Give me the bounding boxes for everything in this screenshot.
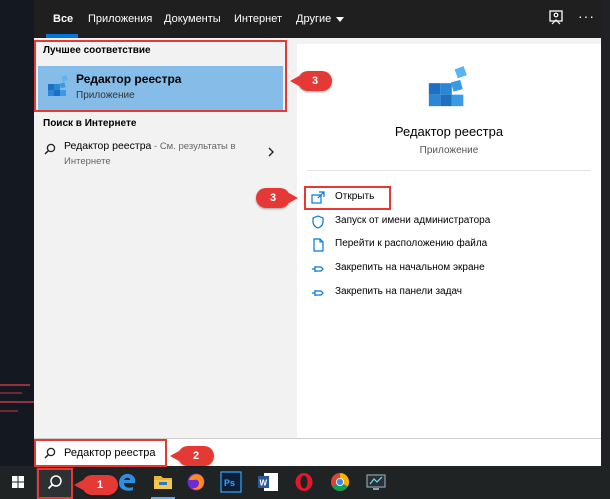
start-button[interactable] (0, 466, 36, 499)
highlight-search-box (34, 439, 167, 467)
file-location-icon (313, 238, 324, 252)
opera-icon[interactable] (293, 471, 315, 493)
tab-label: Все (53, 13, 74, 25)
action-label: Перейти к расположению файла (335, 238, 488, 249)
step-number: 3 (269, 192, 277, 204)
step-number: 3 (311, 75, 319, 87)
web-search-header: Поиск в Интернете (43, 118, 137, 129)
action-pin-to-taskbar[interactable]: Закрепить на панели задач (311, 283, 581, 303)
svg-text:Ps: Ps (224, 478, 235, 488)
step-badge: 2 (170, 446, 214, 466)
tab-web[interactable]: Интернет (234, 0, 282, 38)
badge-pointer (170, 451, 179, 461)
divider (307, 170, 591, 171)
firefox-icon[interactable] (185, 471, 207, 493)
app-details-pane: Редактор реестра Приложение Открыть Запу… (297, 44, 601, 438)
web-result-query: Редактор реестра (64, 140, 152, 152)
highlight-search-button (37, 468, 73, 499)
desktop-background (0, 0, 34, 466)
tab-label: Документы (164, 13, 221, 25)
monitor-icon[interactable] (365, 471, 387, 493)
badge-pointer (74, 480, 83, 490)
search-icon (44, 143, 56, 155)
tab-more[interactable]: Другие (296, 0, 345, 38)
action-run-as-admin[interactable]: Запуск от имени администратора (311, 212, 581, 232)
word-icon[interactable]: W (257, 471, 279, 493)
tab-all[interactable]: Все (53, 0, 73, 38)
action-open-file-location[interactable]: Перейти к расположению файла (311, 235, 581, 255)
step-number: 1 (96, 479, 104, 491)
web-search-result[interactable]: Редактор реестра - См. результаты в Инте… (38, 136, 283, 172)
chevron-right-icon[interactable] (266, 147, 276, 157)
step-badge: 3 (290, 71, 332, 91)
pin-icon (312, 266, 324, 272)
more-options-icon[interactable]: ··· (578, 8, 596, 28)
edge-icon[interactable] (116, 471, 138, 493)
highlight-open-action (304, 186, 391, 210)
pin-icon (312, 290, 324, 296)
action-label: Закрепить на панели задач (335, 286, 462, 297)
app-kind: Приложение (419, 145, 479, 156)
app-title: Редактор реестра (394, 124, 504, 139)
tab-documents[interactable]: Документы (164, 0, 221, 38)
web-result-text: Редактор реестра - См. результаты в Инте… (64, 139, 254, 169)
file-explorer-icon[interactable] (152, 471, 174, 493)
chrome-icon[interactable] (329, 471, 351, 493)
photoshop-icon[interactable]: Ps (220, 471, 242, 493)
step-number: 2 (192, 450, 200, 462)
tab-label: Интернет (234, 13, 282, 25)
action-label: Запуск от имени администратора (335, 215, 491, 226)
tab-label: Другие (296, 13, 332, 25)
feedback-icon[interactable] (547, 9, 565, 27)
windows-logo-icon (12, 476, 24, 488)
highlight-best-match (34, 40, 287, 112)
chevron-down-icon (336, 16, 345, 22)
search-scope-tabs: Все Приложения Документы Интернет Другие… (34, 0, 601, 38)
badge-pointer (290, 76, 299, 86)
window-edge (601, 0, 610, 466)
step-badge: 3 (256, 188, 298, 208)
tab-label: Приложения (88, 13, 153, 25)
badge-pointer (289, 193, 298, 203)
action-pin-to-start[interactable]: Закрепить на начальном экране (311, 259, 581, 279)
svg-text:W: W (260, 479, 268, 488)
action-label: Закрепить на начальном экране (335, 262, 485, 273)
step-badge: 1 (74, 475, 118, 495)
tab-apps[interactable]: Приложения (88, 0, 152, 38)
registry-editor-icon (428, 66, 467, 107)
run-as-admin-icon (312, 215, 324, 229)
